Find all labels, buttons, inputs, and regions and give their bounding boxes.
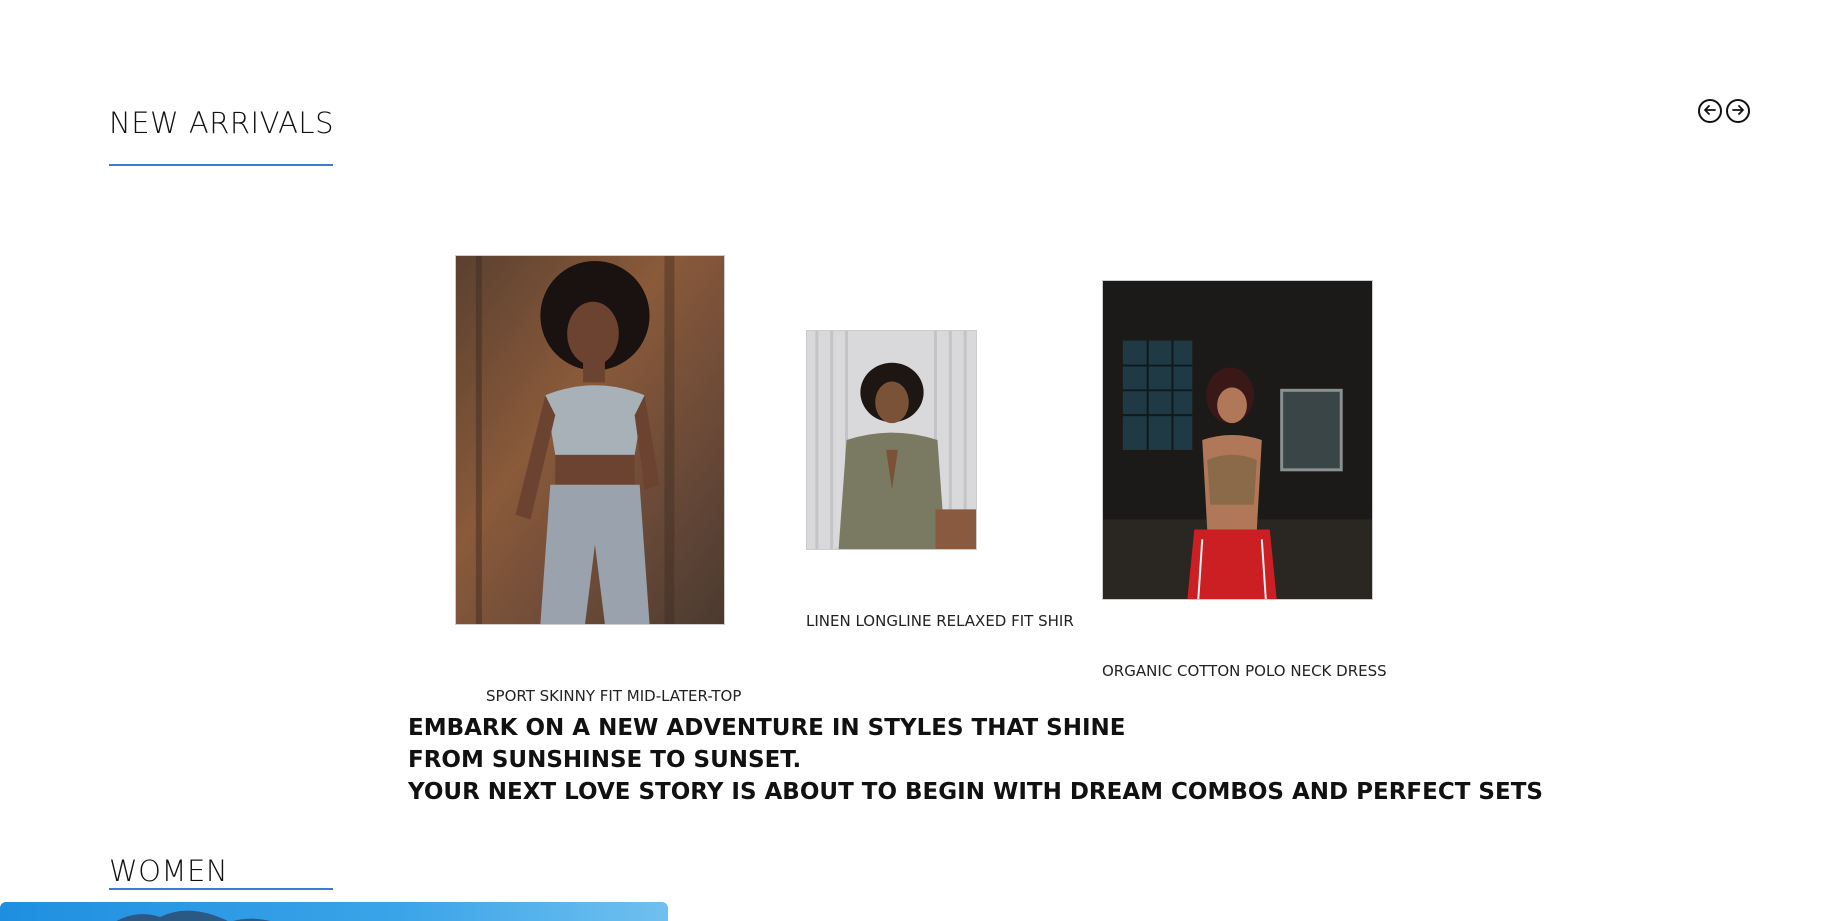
new-arrivals-underline — [109, 164, 333, 166]
women-underline — [109, 888, 333, 890]
palm-tree-banner-image — [116, 910, 271, 921]
page: NEW ARRIVALS SPORT SKINNY FIT MID-LATER-… — [0, 0, 1831, 921]
arrow-right-circle-icon — [1731, 102, 1745, 121]
new-arrivals-title: NEW ARRIVALS — [109, 106, 334, 140]
product-name[interactable]: ORGANIC COTTON POLO NECK DRESS — [1102, 662, 1387, 680]
tagline-line-1: EMBARK ON A NEW ADVENTURE IN STYLES THAT… — [408, 715, 1126, 741]
tagline-line-2: FROM SUNSHINSE TO SUNSET. — [408, 747, 802, 773]
promo-tagline: EMBARK ON A NEW ADVENTURE IN STYLES THAT… — [408, 712, 1543, 808]
tagline-line-3: YOUR NEXT LOVE STORY IS ABOUT TO BEGIN W… — [408, 779, 1543, 805]
carousel-next-button[interactable] — [1726, 99, 1750, 123]
product-name[interactable]: SPORT SKINNY FIT MID-LATER-TOP — [486, 687, 741, 705]
women-title: WOMEN — [109, 854, 229, 888]
product-name[interactable]: LINEN LONGLINE RELAXED FIT SHIR — [806, 612, 1074, 630]
carousel-controls — [1698, 99, 1750, 123]
arrow-left-circle-icon — [1703, 102, 1717, 121]
product-image-polo-dress[interactable] — [1102, 280, 1373, 600]
carousel-prev-button[interactable] — [1698, 99, 1722, 123]
women-category-banner[interactable] — [0, 902, 668, 921]
product-image-sport-top[interactable] — [455, 255, 725, 625]
product-image-linen-shirt[interactable] — [806, 330, 977, 550]
